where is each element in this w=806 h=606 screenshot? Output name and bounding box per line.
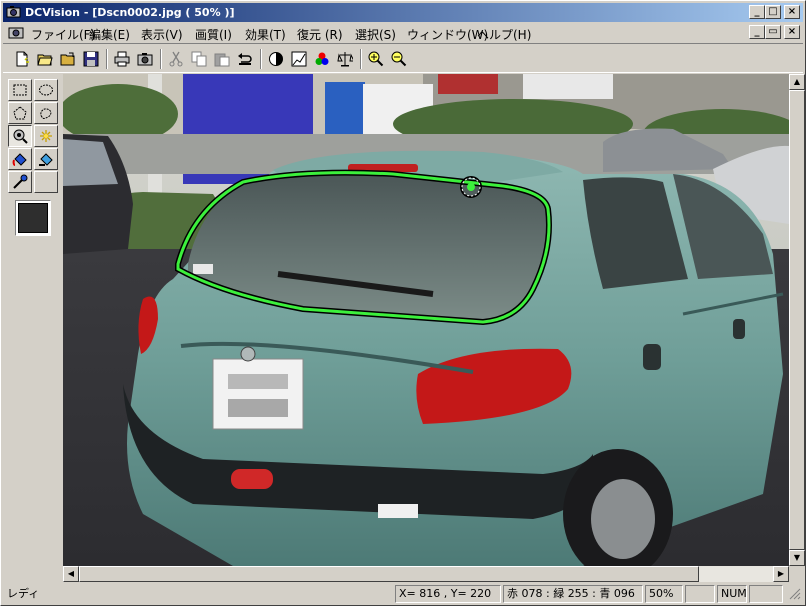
menu-restore[interactable]: 復元 (R)	[297, 26, 343, 43]
print-icon	[114, 51, 130, 67]
status-bar: レディ X= 816 , Y= 220 赤 078 : 緑 255 : 青 09…	[3, 584, 803, 604]
lasso-select-icon	[40, 108, 52, 119]
scroll-down-arrow[interactable]: ▼	[789, 550, 805, 566]
level-button[interactable]	[334, 48, 356, 70]
horizontal-scroll-thumb[interactable]	[79, 566, 699, 582]
resize-grip-icon[interactable]	[789, 588, 801, 600]
photo-car[interactable]	[63, 74, 789, 566]
print-button[interactable]	[111, 48, 133, 70]
toolbar-separator	[106, 49, 108, 69]
tool-palette	[6, 77, 60, 247]
camera-button[interactable]	[134, 48, 156, 70]
cut-button[interactable]	[165, 48, 187, 70]
maximize-button[interactable]: □	[765, 5, 781, 19]
menu-view[interactable]: 表示(V)	[141, 26, 183, 43]
current-color-swatch[interactable]	[15, 200, 51, 236]
paste-button[interactable]	[211, 48, 233, 70]
image-canvas[interactable]	[63, 74, 789, 566]
contrast-icon	[269, 52, 283, 66]
status-ready: レディ	[7, 587, 40, 600]
toolbar	[3, 43, 803, 73]
open-icon	[60, 52, 75, 66]
menu-select[interactable]: 選択(S)	[355, 26, 396, 43]
rect-select-icon	[13, 84, 27, 96]
polygon-select-tool[interactable]	[8, 102, 32, 124]
scroll-right-arrow[interactable]: ▶	[773, 566, 789, 582]
magic-wand-icon	[13, 129, 28, 144]
menu-help[interactable]: ヘルプ(H)	[477, 26, 531, 43]
close-button[interactable]: ×	[784, 5, 800, 19]
level-icon	[337, 52, 353, 67]
scroll-corner	[789, 566, 805, 582]
save-button[interactable]	[80, 48, 102, 70]
minimize-button[interactable]: _	[749, 5, 765, 19]
toolbar-separator	[260, 49, 262, 69]
new-button[interactable]	[11, 48, 33, 70]
magic-wand-tool[interactable]	[8, 125, 32, 147]
menu-quality[interactable]: 画質(I)	[195, 26, 232, 43]
lasso-select-tool[interactable]	[34, 102, 58, 124]
status-num-lock: NUM	[717, 585, 747, 603]
title-bar[interactable]: DCVision - [Dscn0002.jpg ( 50% )] _ □ ×	[3, 3, 803, 22]
histogram-icon	[291, 51, 307, 67]
color-range-tool[interactable]	[34, 125, 58, 147]
toolbar-separator	[360, 49, 362, 69]
eyedropper-icon	[13, 174, 28, 189]
fill-tool[interactable]	[8, 148, 32, 170]
window-title: DCVision - [Dscn0002.jpg ( 50% )]	[25, 6, 235, 19]
polygon-select-icon	[13, 106, 27, 120]
vertical-scrollbar[interactable]: ▲ ▼	[789, 74, 805, 566]
eyedropper-tool[interactable]	[8, 171, 32, 193]
gradient-fill-icon	[39, 153, 53, 166]
menu-edit[interactable]: 編集(E)	[89, 26, 130, 43]
menu-bar: ファイル(F) 編集(E) 表示(V) 画質(I) 効果(T) 復元 (R) 選…	[3, 23, 803, 42]
vertical-scroll-thumb[interactable]	[789, 90, 805, 550]
gradient-fill-tool[interactable]	[34, 148, 58, 170]
scroll-left-arrow[interactable]: ◀	[63, 566, 79, 582]
contrast-button[interactable]	[265, 48, 287, 70]
zoom-out-icon	[391, 51, 407, 67]
cut-icon	[169, 51, 183, 67]
toolbar-separator	[160, 49, 162, 69]
palette-empty-slot	[34, 171, 58, 193]
zoom-in-icon	[368, 51, 384, 67]
status-zoom: 50%	[645, 585, 683, 603]
document-icon[interactable]	[8, 26, 24, 39]
status-coordinates: X= 816 , Y= 220	[395, 585, 501, 603]
zoom-in-button[interactable]	[365, 48, 387, 70]
camera-icon	[137, 53, 153, 66]
status-rgb-values: 赤 078 : 緑 255 : 青 096	[503, 585, 643, 603]
save-icon	[83, 51, 99, 67]
copy-icon	[191, 51, 207, 67]
mdi-restore-button[interactable]: ▭	[765, 25, 781, 39]
color-balance-button[interactable]	[311, 48, 333, 70]
new-icon	[16, 51, 29, 67]
mdi-minimize-button[interactable]: _	[749, 25, 765, 39]
zoom-out-button[interactable]	[388, 48, 410, 70]
status-empty-panel	[685, 585, 715, 603]
undo-icon	[238, 53, 252, 65]
current-color-fill	[18, 203, 48, 233]
copy-button[interactable]	[188, 48, 210, 70]
undo-button[interactable]	[234, 48, 256, 70]
fill-icon	[12, 153, 27, 166]
rect-select-tool[interactable]	[8, 79, 32, 101]
paste-icon	[214, 53, 230, 67]
open-folder-button[interactable]	[34, 48, 56, 70]
color-range-icon	[40, 130, 52, 142]
histogram-button[interactable]	[288, 48, 310, 70]
menu-effect[interactable]: 効果(T)	[245, 26, 286, 43]
open-button[interactable]	[57, 48, 79, 70]
scroll-up-arrow[interactable]: ▲	[789, 74, 805, 90]
menu-file[interactable]: ファイル(F)	[31, 26, 95, 43]
app-icon[interactable]	[6, 5, 21, 19]
ellipse-select-icon	[39, 84, 53, 96]
open-folder-icon	[37, 54, 53, 66]
color-balance-icon	[315, 52, 329, 65]
status-empty-panel	[749, 585, 783, 603]
ellipse-select-tool[interactable]	[34, 79, 58, 101]
horizontal-scrollbar[interactable]: ◀ ▶	[63, 566, 789, 582]
app-window: DCVision - [Dscn0002.jpg ( 50% )] _ □ × …	[0, 0, 806, 606]
mdi-close-button[interactable]: ×	[784, 25, 800, 39]
